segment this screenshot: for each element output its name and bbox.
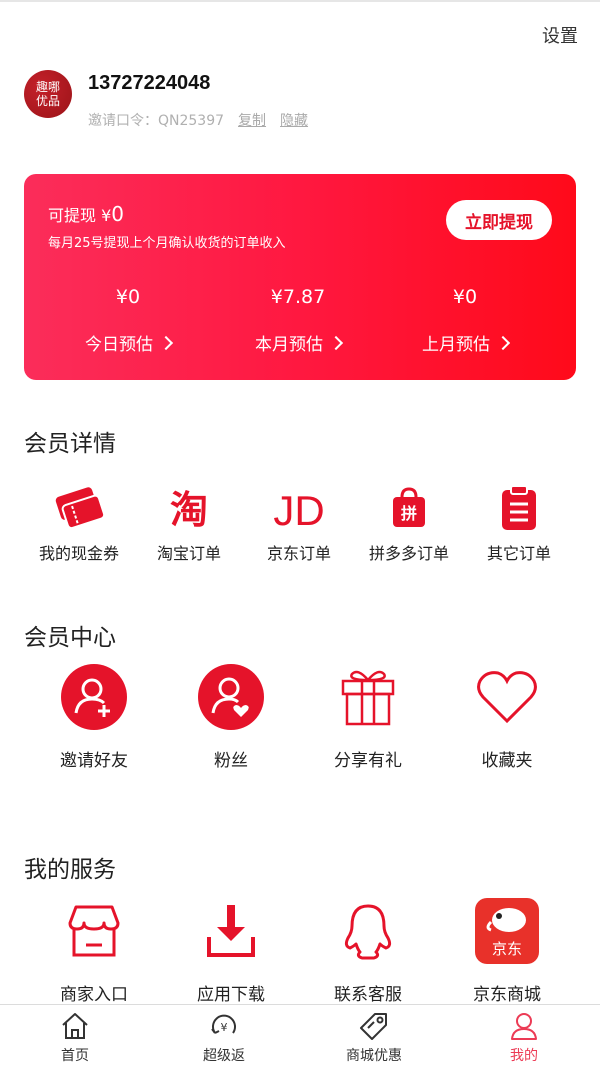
tab-mine[interactable]: 我的 <box>474 1011 574 1065</box>
withdraw-note: 每月25号提现上个月确认收货的订单收入 <box>48 236 286 251</box>
service-item-label: 联系客服 <box>334 985 402 1005</box>
chevron-right-icon <box>495 335 511 351</box>
tag-icon <box>360 1013 387 1040</box>
order-item-label: 拼多多订单 <box>368 544 449 563</box>
svg-text:JD: JD <box>273 487 324 531</box>
services-title: 我的服务 <box>24 857 116 883</box>
order-item-label: 其它订单 <box>486 544 551 563</box>
order-item-label: 淘宝订单 <box>156 544 221 563</box>
service-item-download[interactable]: 应用下载 <box>161 896 301 1005</box>
member-center-title: 会员中心 <box>24 625 116 651</box>
member-item-label: 分享有礼 <box>334 751 402 771</box>
member-item-label: 收藏夹 <box>481 751 533 771</box>
order-item-taobao[interactable]: 淘 淘宝订单 <box>134 482 244 564</box>
tab-label: 超级返 <box>203 1048 245 1064</box>
avatar[interactable]: 趣哪 优品 <box>24 70 72 118</box>
coupon-icon <box>55 487 105 530</box>
service-item-label: 商家入口 <box>60 985 128 1005</box>
avatar-text-line1: 趣哪 <box>35 80 60 94</box>
download-icon <box>207 905 255 957</box>
svg-text:淘: 淘 <box>170 488 208 531</box>
heart-icon <box>477 671 537 724</box>
phone-number: 13727224048 <box>88 72 211 94</box>
member-item-fans[interactable]: 粉丝 <box>161 662 301 771</box>
gift-icon <box>341 670 395 726</box>
stat-value: ¥7.87 <box>270 286 326 308</box>
service-item-label: 京东商城 <box>473 985 541 1005</box>
withdrawable-value: 0 <box>111 202 125 226</box>
member-item-invite[interactable]: 邀请好友 <box>24 662 164 771</box>
settings-link[interactable]: 设置 <box>542 22 578 48</box>
service-item-label: 应用下载 <box>197 985 265 1005</box>
bottom-tabbar: 首页 ¥ 超级返 商城优惠 我的 <box>0 1004 600 1067</box>
tab-label: 商城优惠 <box>346 1048 402 1064</box>
stat-label: 今日预估 <box>85 335 153 355</box>
top-divider <box>0 0 600 2</box>
service-item-jd-mall[interactable]: 京东 京东商城 <box>437 896 577 1005</box>
user-icon <box>511 1013 537 1040</box>
service-item-support[interactable]: 联系客服 <box>298 896 438 1005</box>
fans-icon <box>198 664 264 730</box>
stat-value: ¥0 <box>452 286 478 308</box>
qq-icon <box>344 904 392 960</box>
avatar-text-line2: 优品 <box>35 94 60 108</box>
member-item-share-gift[interactable]: 分享有礼 <box>298 662 438 771</box>
tab-label: 我的 <box>510 1048 538 1064</box>
member-item-label: 粉丝 <box>214 751 248 771</box>
hide-invite-button[interactable]: 隐藏 <box>280 113 308 129</box>
stat-this-month[interactable]: ¥7.87 本月预估 <box>223 286 373 355</box>
copy-invite-button[interactable]: 复制 <box>238 113 266 129</box>
member-item-favorites[interactable]: 收藏夹 <box>437 662 577 771</box>
withdrawable-amount: 可提现 ¥0 <box>48 202 124 226</box>
service-item-merchant[interactable]: 商家入口 <box>24 896 164 1005</box>
tab-mall-deals[interactable]: 商城优惠 <box>324 1011 424 1065</box>
order-item-pinduoduo[interactable]: 拼 拼多多订单 <box>354 482 464 564</box>
jd-mall-icon-text: 京东 <box>492 940 522 958</box>
jd-mall-icon: 京东 <box>475 898 539 964</box>
order-item-others[interactable]: 其它订单 <box>464 482 574 564</box>
stat-today[interactable]: ¥0 今日预估 <box>53 286 203 355</box>
member-item-label: 邀请好友 <box>60 751 128 771</box>
invite-code-row: 邀请口令：QN25397 复制 隐藏 <box>88 110 308 130</box>
tab-home[interactable]: 首页 <box>25 1011 125 1065</box>
earnings-card: 可提现 ¥0 每月25号提现上个月确认收货的订单收入 立即提现 ¥0 今日预估 … <box>24 174 576 380</box>
withdrawable-label: 可提现 ¥ <box>48 206 112 225</box>
jd-icon: JD <box>273 487 324 531</box>
pinduoduo-icon: 拼 <box>393 487 425 527</box>
store-icon <box>68 905 120 957</box>
taobao-icon: 淘 <box>170 488 208 531</box>
tab-super-rebate[interactable]: ¥ 超级返 <box>174 1011 274 1065</box>
home-icon <box>62 1013 88 1039</box>
profile-section: 趣哪 优品 13727224048 邀请口令：QN25397 复制 隐藏 <box>24 70 584 130</box>
clipboard-icon <box>502 485 536 530</box>
stat-label: 上月预估 <box>422 335 490 355</box>
order-item-jd[interactable]: JD 京东订单 <box>244 482 354 564</box>
chevron-right-icon <box>158 335 174 351</box>
invite-user-icon <box>61 664 127 730</box>
svg-text:¥: ¥ <box>221 1021 228 1034</box>
withdraw-button[interactable]: 立即提现 <box>446 200 552 240</box>
tab-label: 首页 <box>61 1048 89 1064</box>
chevron-right-icon <box>328 335 344 351</box>
order-item-label: 京东订单 <box>266 544 331 563</box>
invite-code: 邀请口令：QN25397 <box>88 113 225 129</box>
rebate-icon: ¥ <box>211 1014 236 1034</box>
stat-label: 本月预估 <box>255 335 323 355</box>
order-item-coupons[interactable]: 我的现金券 <box>24 482 134 564</box>
svg-text:拼: 拼 <box>401 504 417 523</box>
order-item-label: 我的现金券 <box>38 544 119 563</box>
stat-last-month[interactable]: ¥0 上月预估 <box>390 286 540 355</box>
stat-value: ¥0 <box>115 286 141 308</box>
member-details-title: 会员详情 <box>24 431 116 457</box>
